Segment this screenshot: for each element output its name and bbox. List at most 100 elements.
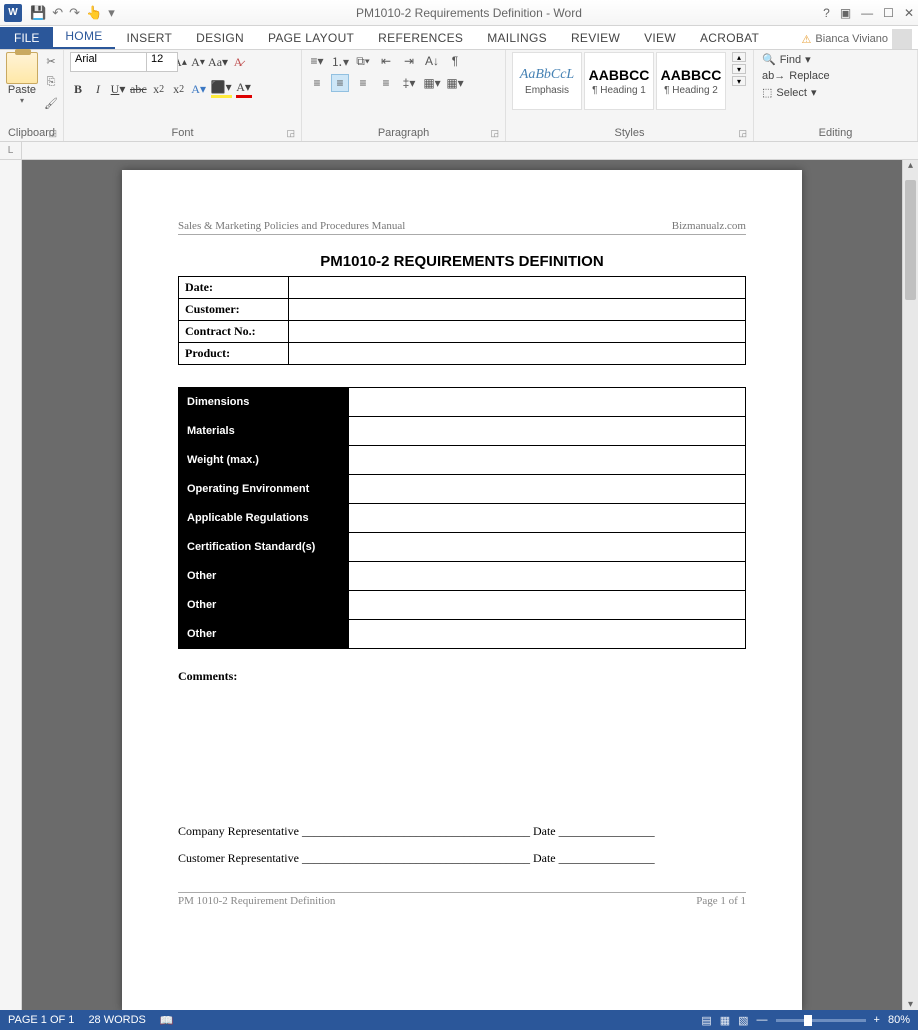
style-emphasis[interactable]: AaBbCcL Emphasis (512, 52, 582, 110)
select-button[interactable]: ⬚Select ▾ (760, 85, 819, 100)
tab-insert[interactable]: INSERT (115, 27, 185, 49)
word-app-icon: W (4, 4, 22, 22)
status-words[interactable]: 28 WORDS (88, 1014, 145, 1026)
font-size-combo[interactable]: 12 (146, 52, 178, 72)
numbering-icon[interactable]: ⒈▾ (331, 52, 349, 70)
workspace: Sales & Marketing Policies and Procedure… (0, 160, 918, 1010)
style-heading-1[interactable]: AABBCC ¶ Heading 1 (584, 52, 654, 110)
zoom-knob[interactable] (804, 1015, 812, 1026)
replace-button[interactable]: ab→Replace (760, 69, 832, 83)
font-launcher-icon[interactable]: ◲ (286, 128, 295, 139)
table-row: Certification Standard(s) (179, 533, 746, 562)
info-value[interactable] (289, 343, 746, 365)
styles-more-icon[interactable]: ▾ (732, 76, 746, 86)
strikethrough-button[interactable]: abc (130, 80, 147, 98)
tab-review[interactable]: REVIEW (559, 27, 632, 49)
zoom-slider[interactable] (776, 1019, 866, 1022)
clear-formatting-icon[interactable]: A̷ (230, 53, 246, 71)
bullets-icon[interactable]: ≡▾ (308, 52, 326, 70)
tab-mailings[interactable]: MAILINGS (475, 27, 559, 49)
spec-value[interactable] (349, 620, 746, 649)
subscript-button[interactable]: x2 (151, 80, 167, 98)
tab-selector[interactable]: L (0, 142, 22, 159)
underline-button[interactable]: U▾ (110, 80, 126, 98)
paste-button[interactable]: Paste ▾ (6, 52, 38, 105)
close-icon[interactable]: ✕ (904, 6, 914, 20)
cut-icon[interactable]: ✂ (42, 52, 60, 70)
vertical-scrollbar[interactable]: ▴ ▾ (902, 160, 918, 1010)
copy-icon[interactable]: ⎘ (42, 73, 60, 91)
tab-file[interactable]: FILE (0, 27, 53, 49)
info-value[interactable] (289, 321, 746, 343)
decrease-indent-icon[interactable]: ⇤ (377, 52, 395, 70)
scroll-thumb[interactable] (905, 180, 916, 300)
spec-value[interactable] (349, 591, 746, 620)
info-value[interactable] (289, 277, 746, 299)
tab-acrobat[interactable]: ACROBAT (688, 27, 771, 49)
spec-value[interactable] (349, 388, 746, 417)
save-icon[interactable]: 💾 (30, 5, 46, 21)
redo-icon[interactable]: ↷ (69, 5, 80, 21)
styles-scroll-down-icon[interactable]: ▾ (732, 64, 746, 74)
align-right-icon[interactable]: ≡ (354, 74, 372, 92)
align-center-icon[interactable]: ≡ (331, 74, 349, 92)
status-page[interactable]: PAGE 1 OF 1 (8, 1014, 74, 1026)
scroll-up-icon[interactable]: ▴ (903, 160, 918, 171)
web-layout-icon[interactable]: ▧ (738, 1014, 748, 1027)
ribbon-display-icon[interactable]: ▣ (840, 6, 851, 20)
font-color-icon[interactable]: A▾ (236, 80, 252, 98)
touch-mode-icon[interactable]: 👆 (86, 5, 102, 21)
line-spacing-icon[interactable]: ‡▾ (400, 74, 418, 92)
minimize-icon[interactable]: ― (861, 6, 873, 20)
multilevel-list-icon[interactable]: ⧉▾ (354, 52, 372, 70)
tab-page-layout[interactable]: PAGE LAYOUT (256, 27, 366, 49)
find-button[interactable]: 🔍Find ▾ (760, 52, 813, 67)
undo-icon[interactable]: ↶ (52, 5, 63, 21)
print-layout-icon[interactable]: ▤ (701, 1014, 711, 1027)
vertical-ruler[interactable] (0, 160, 22, 1010)
justify-icon[interactable]: ≡ (377, 74, 395, 92)
align-left-icon[interactable]: ≡ (308, 74, 326, 92)
scroll-down-icon[interactable]: ▾ (903, 999, 918, 1010)
clipboard-launcher-icon[interactable]: ◲ (48, 128, 57, 139)
read-mode-icon[interactable]: ▦ (720, 1014, 730, 1027)
help-icon[interactable]: ? (823, 6, 830, 20)
spec-value[interactable] (349, 504, 746, 533)
user-account[interactable]: ⚠ Bianca Viviano (802, 29, 918, 49)
maximize-icon[interactable]: ☐ (883, 6, 894, 20)
tab-design[interactable]: DESIGN (184, 27, 256, 49)
spec-value[interactable] (349, 533, 746, 562)
spec-value[interactable] (349, 417, 746, 446)
font-name-combo[interactable]: Arial (70, 52, 152, 72)
tab-references[interactable]: REFERENCES (366, 27, 475, 49)
style-heading-2[interactable]: AABBCC ¶ Heading 2 (656, 52, 726, 110)
increase-indent-icon[interactable]: ⇥ (400, 52, 418, 70)
tab-view[interactable]: VIEW (632, 27, 688, 49)
zoom-in-icon[interactable]: + (874, 1014, 880, 1026)
borders-icon[interactable]: ▦▾ (446, 74, 464, 92)
spec-value[interactable] (349, 446, 746, 475)
shading-icon[interactable]: ▦▾ (423, 74, 441, 92)
spec-value[interactable] (349, 562, 746, 591)
horizontal-ruler[interactable] (22, 142, 918, 159)
sort-icon[interactable]: A↓ (423, 52, 441, 70)
highlight-icon[interactable]: ⬛▾ (211, 80, 232, 98)
format-painter-icon[interactable]: 🖌 (42, 94, 60, 112)
tab-home[interactable]: HOME (53, 25, 114, 49)
styles-scroll-up-icon[interactable]: ▴ (732, 52, 746, 62)
italic-button[interactable]: I (90, 80, 106, 98)
zoom-out-icon[interactable]: ― (757, 1014, 768, 1026)
spec-value[interactable] (349, 475, 746, 504)
superscript-button[interactable]: x2 (171, 80, 187, 98)
document-area[interactable]: Sales & Marketing Policies and Procedure… (22, 160, 902, 1010)
proofing-icon[interactable]: 📖 (160, 1014, 174, 1027)
info-value[interactable] (289, 299, 746, 321)
change-case-icon[interactable]: Aa▾ (208, 53, 228, 71)
bold-button[interactable]: B (70, 80, 86, 98)
zoom-level[interactable]: 80% (888, 1014, 910, 1026)
text-effects-icon[interactable]: A▾ (191, 80, 207, 98)
paragraph-launcher-icon[interactable]: ◲ (490, 128, 499, 139)
styles-launcher-icon[interactable]: ◲ (738, 128, 747, 139)
shrink-font-icon[interactable]: A▾ (190, 53, 206, 71)
show-marks-icon[interactable]: ¶ (446, 52, 464, 70)
